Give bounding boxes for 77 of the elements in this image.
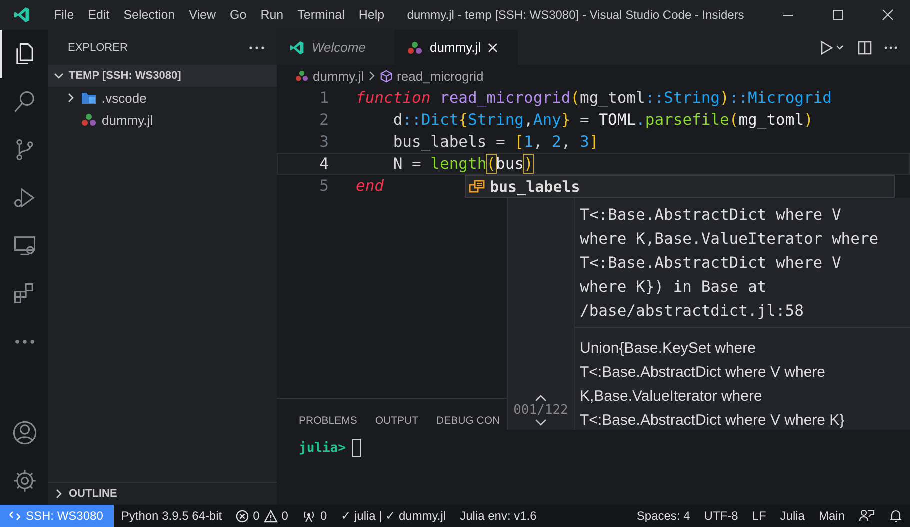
signature-text: T<:Base.AbstractDict where V <box>580 205 842 226</box>
menu-item[interactable]: File <box>47 8 82 22</box>
panel-tab[interactable]: PROBLEMS <box>299 415 358 427</box>
close-icon[interactable] <box>488 42 498 52</box>
panel-tab[interactable]: DEBUG CON <box>436 415 500 427</box>
signature-text: T<:Base.AbstractDict where V where <box>580 363 827 383</box>
signature-text: where K}) in Base at <box>580 277 768 298</box>
app-logo-icon <box>13 6 31 24</box>
run-icon[interactable] <box>820 40 846 54</box>
chevron-icon <box>368 71 376 81</box>
signature-text: T<:Base.AbstractDict where V where K} <box>580 411 846 431</box>
cube-icon <box>380 70 394 82</box>
terminal-cursor <box>352 439 361 457</box>
error-icon <box>236 510 250 522</box>
more-icon[interactable] <box>884 46 898 50</box>
signature-text: where K,Base.ValueIterator where <box>580 229 880 250</box>
terminal-prompt: julia> <box>299 440 346 456</box>
signature-text: K,Base.ValueIterator where <box>580 387 764 407</box>
signature-text: Union{Base.KeySet where <box>580 339 757 359</box>
status-item[interactable]: Julia <box>773 509 812 523</box>
warning-icon <box>264 510 278 522</box>
overload-counter: 001/122 <box>514 403 568 418</box>
more-icon[interactable] <box>249 46 265 50</box>
python-interpreter[interactable]: Python 3.9.5 64-bit <box>114 509 230 523</box>
line-number: 1 <box>318 89 329 107</box>
three-dots-file-icon <box>407 40 423 54</box>
maximize-icon[interactable] <box>832 9 844 21</box>
menu-item[interactable]: Selection <box>116 8 182 22</box>
sidebar-title: EXPLORER <box>68 42 128 54</box>
next-icon[interactable] <box>534 419 548 427</box>
broadcast-icon <box>302 510 316 522</box>
breadcrumb-item[interactable]: dummy.jl <box>313 68 364 84</box>
editor-tab[interactable]: dummy.jl <box>395 30 518 65</box>
remote-indicator[interactable]: SSH: WS3080 <box>0 505 114 527</box>
close-icon[interactable] <box>882 9 894 21</box>
menu-item[interactable]: Terminal <box>290 8 352 22</box>
julia-status[interactable]: ✓ julia | ✓ dummy.jl <box>334 509 454 523</box>
code-line: bus_labels = [1, 2, 3] <box>392 133 599 151</box>
julia-env[interactable]: Julia env: v1.6 <box>453 509 544 523</box>
panel-tab[interactable]: OUTPUT <box>375 415 419 427</box>
folder-icon <box>81 91 97 105</box>
previous-icon[interactable] <box>534 394 548 402</box>
menu-item[interactable]: Help <box>352 8 392 22</box>
chevron-icon <box>54 71 64 81</box>
line-number: 2 <box>318 111 329 129</box>
window-title: dummy.jl - temp [SSH: WS3080] - Visual Studio Code - Insiders <box>406 8 746 22</box>
ports-indicator[interactable]: 0 <box>295 509 334 523</box>
menu-item[interactable]: Go <box>223 8 254 22</box>
three-dots-file-icon <box>81 113 97 127</box>
tree-item[interactable]: dummy.jl <box>48 109 277 131</box>
folder-section-header[interactable]: TEMP [SSH: WS3080] <box>48 65 277 87</box>
status-item[interactable]: UTF-8 <box>697 509 746 523</box>
code-line: end <box>356 177 384 195</box>
app-logo-icon <box>289 40 305 56</box>
line-number: 3 <box>318 133 329 151</box>
variable-icon <box>469 180 485 194</box>
status-item[interactable]: Main <box>812 509 852 523</box>
status-item[interactable]: Spaces: 4 <box>630 509 698 523</box>
code-line: d::Dict{String,Any} = TOML.parsefile(mg_toml) <box>392 111 814 129</box>
menu-item[interactable]: Run <box>254 8 291 22</box>
menu-item[interactable]: Edit <box>81 8 117 22</box>
line-number: 4 <box>318 155 329 173</box>
suggestion-item[interactable]: bus_labels <box>465 175 895 198</box>
signature-text: T<:Base.AbstractDict where V <box>580 253 842 274</box>
problems-indicator[interactable]: 0 0 <box>229 509 296 523</box>
code-line: N = length(bus) <box>392 155 534 173</box>
breadcrumb-item[interactable]: read_microgrid <box>397 68 484 84</box>
remote-icon <box>9 510 21 522</box>
menu-item[interactable]: View <box>182 8 224 22</box>
chevron-icon <box>54 489 64 499</box>
status-item[interactable]: LF <box>745 509 774 523</box>
line-number: 5 <box>318 177 329 195</box>
tree-item[interactable]: .vscode <box>48 87 277 109</box>
three-dots-file-icon <box>295 70 309 82</box>
code-line: function read_microgrid(mg_toml::String)::Microgrid <box>356 89 832 107</box>
split-editor-icon[interactable] <box>858 40 872 54</box>
signature-text: /base/abstractdict.jl:58 <box>580 301 805 322</box>
